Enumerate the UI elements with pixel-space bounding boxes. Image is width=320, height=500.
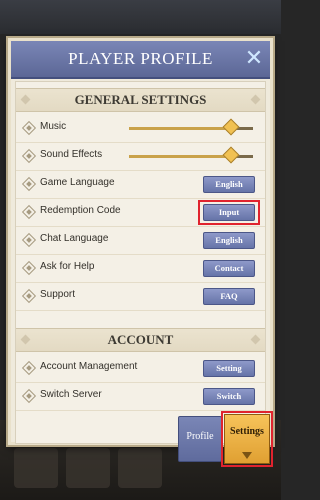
row-label: Sound Effects (40, 149, 103, 160)
row-label: Redemption Code (40, 205, 121, 216)
row-label: Ask for Help (40, 261, 95, 272)
row-label: Support (40, 289, 76, 300)
decor-diamond-icon (20, 94, 31, 105)
game-language-button[interactable]: English (203, 176, 255, 193)
sound-effects-slider-thumb[interactable] (222, 146, 240, 164)
row-label: Account Management (40, 361, 138, 372)
section-general-settings: GENERAL SETTINGS (16, 88, 265, 112)
diamond-bullet-icon (21, 148, 37, 164)
settings-row-chat-language: Chat Language English (16, 226, 265, 255)
tab-settings-label: Settings (230, 426, 264, 437)
diamond-bullet-icon (21, 204, 37, 220)
section-account: ACCOUNT (16, 328, 265, 352)
diamond-bullet-icon (21, 288, 37, 304)
switch-server-button[interactable]: Switch (203, 388, 255, 405)
diamond-bullet-icon (21, 176, 37, 192)
settings-row-redemption-code: Redemption Code Input (16, 198, 265, 227)
nav-slot-2 (66, 448, 110, 488)
settings-row-support: Support FAQ (16, 282, 265, 311)
tab-settings[interactable]: Settings (224, 414, 270, 464)
row-label: Switch Server (40, 389, 102, 400)
contact-button[interactable]: Contact (203, 260, 255, 277)
nav-slot-3 (118, 448, 162, 488)
settings-row-switch-server: Switch Server Switch (16, 382, 265, 411)
decor-diamond-icon (250, 94, 261, 105)
faq-button[interactable]: FAQ (203, 288, 255, 305)
close-icon[interactable]: ✕ (243, 47, 265, 69)
diamond-bullet-icon (21, 232, 37, 248)
settings-content: GENERAL SETTINGS Music Sound Effects Gam… (15, 81, 266, 444)
row-label: Chat Language (40, 233, 109, 244)
account-setting-button[interactable]: Setting (203, 360, 255, 377)
section-title: GENERAL SETTINGS (74, 92, 207, 107)
diamond-bullet-icon (21, 388, 37, 404)
top-status-bar (0, 0, 281, 34)
modal-title: PLAYER PROFILE (68, 49, 213, 68)
row-label: Game Language (40, 177, 115, 188)
chevron-down-icon (242, 452, 252, 459)
nav-slot-1 (14, 448, 58, 488)
row-label: Music (40, 121, 67, 132)
settings-row-ask-for-help: Ask for Help Contact (16, 254, 265, 283)
diamond-bullet-icon (21, 360, 37, 376)
settings-row-account-management: Account Management Setting (16, 354, 265, 383)
section-title: ACCOUNT (107, 332, 174, 347)
decor-diamond-icon (20, 334, 31, 345)
settings-row-sound-effects: Sound Effects (16, 142, 265, 171)
settings-row-music: Music (16, 114, 265, 143)
chat-language-button[interactable]: English (203, 232, 255, 249)
decor-diamond-icon (250, 334, 261, 345)
music-slider-thumb[interactable] (222, 118, 240, 136)
diamond-bullet-icon (21, 260, 37, 276)
highlight-box (198, 200, 260, 225)
settings-row-game-language: Game Language English (16, 170, 265, 199)
diamond-bullet-icon (21, 120, 37, 136)
modal-header: PLAYER PROFILE ✕ (11, 41, 270, 79)
tab-profile[interactable]: Profile (178, 416, 222, 462)
sound-effects-slider[interactable] (129, 146, 253, 164)
music-slider[interactable] (129, 118, 253, 136)
player-profile-modal: PLAYER PROFILE ✕ GENERAL SETTINGS Music … (8, 38, 273, 445)
